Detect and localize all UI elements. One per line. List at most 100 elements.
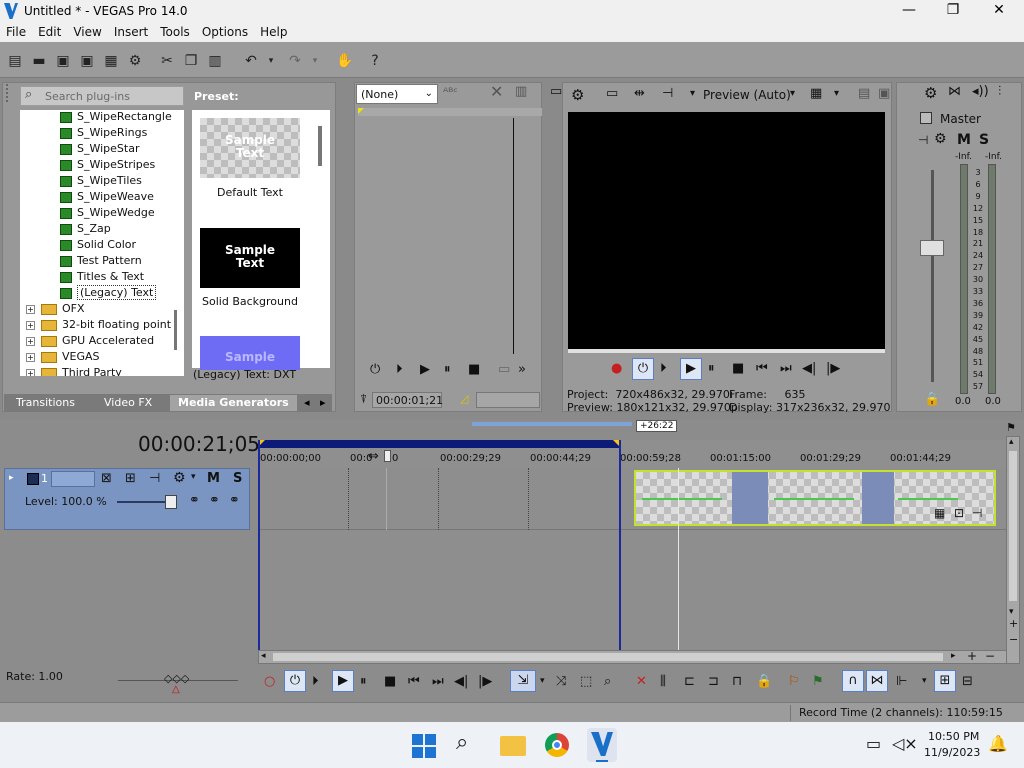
chevron-down-icon[interactable]: ▾ bbox=[540, 676, 545, 686]
record-icon[interactable]: ● bbox=[611, 361, 622, 376]
start-windows-icon[interactable] bbox=[412, 734, 436, 758]
expand-icon[interactable]: + bbox=[26, 368, 35, 376]
pause-icon[interactable]: ⏸ bbox=[444, 362, 451, 377]
normal-edit-tool-icon[interactable]: ⇲ bbox=[510, 670, 536, 692]
undo-icon[interactable]: ↶ bbox=[242, 52, 260, 70]
panel-grip[interactable] bbox=[6, 84, 16, 102]
play-from-start-icon[interactable]: ⏵ bbox=[396, 362, 403, 377]
auto-crossfade-icon[interactable]: ⋈ bbox=[866, 670, 888, 692]
cut-icon[interactable]: ✂ bbox=[158, 52, 176, 70]
zoom-out-icon[interactable]: − bbox=[985, 649, 995, 663]
split-icon[interactable]: ⊓ bbox=[732, 674, 742, 689]
menu-edit[interactable]: Edit bbox=[32, 22, 67, 39]
ignore-grouping-icon[interactable]: ⊟ bbox=[962, 674, 973, 689]
pause-icon[interactable]: ⏸ bbox=[360, 674, 367, 689]
scroll-thumb[interactable] bbox=[273, 653, 943, 661]
redo-icon[interactable]: ↷ bbox=[286, 52, 304, 70]
tree-item[interactable]: S_WipeStar bbox=[60, 142, 139, 158]
previous-frame-icon[interactable]: ◀| bbox=[802, 361, 816, 376]
parent-composite-icon[interactable]: ⚭ bbox=[209, 493, 220, 508]
ripple-edit-icon[interactable]: ⊩ bbox=[896, 674, 907, 689]
chrome-icon[interactable] bbox=[545, 733, 569, 757]
split-screen-icon[interactable]: ⇹ bbox=[634, 86, 645, 101]
expand-icon[interactable]: + bbox=[26, 304, 35, 314]
stop-icon[interactable]: ■ bbox=[384, 674, 396, 689]
track-fx-icon[interactable]: ⊣ bbox=[149, 471, 160, 486]
chevron-down-icon[interactable]: ▾ bbox=[834, 88, 839, 99]
scroll-down-icon[interactable]: ▾ bbox=[1009, 607, 1014, 617]
tree-folder[interactable]: + OFX bbox=[26, 302, 85, 318]
tree-item[interactable]: S_WipeRectangle bbox=[60, 110, 172, 126]
loop-icon[interactable]: ⏻ bbox=[370, 362, 380, 377]
tab-video-fx[interactable]: Video FX bbox=[104, 396, 152, 409]
pause-icon[interactable]: ⏸ bbox=[708, 361, 715, 376]
monitor-icon[interactable]: ▭ bbox=[550, 84, 562, 99]
network-icon[interactable]: ▭ bbox=[866, 734, 881, 753]
file-explorer-icon[interactable] bbox=[500, 736, 526, 756]
timeline-hscrollbar[interactable]: ◂ ▸ + − bbox=[258, 649, 1008, 664]
marker-bar-icon[interactable]: ⚑ bbox=[1006, 421, 1016, 434]
previous-frame-icon[interactable]: ◀| bbox=[454, 674, 468, 689]
overlays-grid-icon[interactable]: ▦ bbox=[810, 86, 822, 101]
lock-icon[interactable]: 🔒 bbox=[924, 392, 940, 407]
event-pan-crop-icon[interactable]: ▦ bbox=[934, 506, 945, 520]
expand-icon[interactable]: + bbox=[26, 352, 35, 362]
tree-folder[interactable]: + Third Party bbox=[26, 366, 122, 376]
menu-options[interactable]: Options bbox=[196, 22, 254, 39]
playhead-handle[interactable] bbox=[384, 450, 391, 462]
go-to-start-icon[interactable]: ⏮ bbox=[756, 361, 768, 376]
search-icon[interactable]: ⌕ bbox=[456, 730, 468, 755]
chevron-down-icon[interactable]: ▾ bbox=[790, 88, 795, 99]
dim-output-icon[interactable]: ◂)) bbox=[972, 84, 989, 99]
zoom-out-icon[interactable]: − bbox=[1009, 633, 1018, 646]
copy-snapshot-icon[interactable]: ▤ bbox=[858, 86, 870, 101]
downmix-icon[interactable]: ⋈ bbox=[948, 84, 961, 99]
tab-transitions[interactable]: Transitions bbox=[16, 396, 75, 409]
pan-crop-icon[interactable]: ⊞ bbox=[125, 471, 136, 486]
undo-dropdown-icon[interactable]: ▾ bbox=[262, 52, 280, 70]
spell-icon[interactable]: ᴬᴮᶜ bbox=[443, 85, 458, 99]
snapping-magnet-icon[interactable]: ∩ bbox=[842, 670, 864, 692]
track-area[interactable]: ▦ ⊡ ⊣ bbox=[258, 440, 1008, 650]
expand-icon[interactable]: + bbox=[26, 336, 35, 346]
hand-tool-icon[interactable]: ✋ bbox=[336, 52, 354, 70]
zoom-tool-icon[interactable]: ⌕ bbox=[604, 674, 611, 689]
copy-icon[interactable]: ❐ bbox=[182, 52, 200, 70]
insert-icon[interactable]: ▭ bbox=[498, 362, 510, 377]
timeline-vscrollbar[interactable]: ▴ ▾ + − bbox=[1006, 436, 1020, 664]
track-motion-icon[interactable]: ⊠ bbox=[101, 471, 112, 486]
go-to-end-icon[interactable]: ⏭ bbox=[780, 361, 792, 376]
tab-scroll-right-icon[interactable]: ▸ bbox=[320, 396, 326, 409]
compositing-mode-icon[interactable]: ⚭ bbox=[189, 493, 200, 508]
video-track-header[interactable]: ▸ 1 ⊠ ⊞ ⊣ ⚙ ▾ M S Level: 100.0 % ⚭ ⚭ ⚭ bbox=[4, 468, 250, 530]
stop-icon[interactable]: ■ bbox=[468, 362, 480, 377]
tree-item[interactable]: Solid Color bbox=[60, 238, 136, 254]
notification-bell-icon[interactable]: 🔔 bbox=[988, 734, 1008, 753]
play-from-start-icon[interactable]: ⏵ bbox=[312, 674, 319, 689]
tree-folder[interactable]: + VEGAS bbox=[26, 350, 100, 366]
event-crop-icon[interactable]: ⊡ bbox=[954, 506, 964, 520]
loop-icon[interactable]: ⏻ bbox=[284, 670, 306, 692]
scroll-up-icon[interactable]: ▴ bbox=[1009, 437, 1014, 447]
tree-folder[interactable]: +32-bit floating point bbox=[26, 318, 171, 334]
chevron-down-icon[interactable]: ▾ bbox=[191, 472, 196, 482]
loop-region-bar[interactable] bbox=[258, 440, 620, 448]
track-level-knob[interactable] bbox=[165, 495, 177, 509]
tree-item[interactable]: S_WipeWedge bbox=[60, 206, 155, 222]
external-monitor-icon[interactable]: ▭ bbox=[606, 86, 618, 101]
save-icon[interactable]: ▣ bbox=[54, 52, 72, 70]
timeline-ruler[interactable]: 00:00:00;00 00:0 0 00:00:29;29 00:00:44;… bbox=[258, 440, 1008, 468]
new-file-icon[interactable]: ▤ bbox=[6, 52, 24, 70]
preset-thumb-solid[interactable]: Sample Text bbox=[200, 228, 300, 288]
tree-item[interactable]: Titles & Text bbox=[60, 270, 144, 286]
tree-folder[interactable]: + GPU Accelerated bbox=[26, 334, 154, 350]
track-mute-button[interactable]: M bbox=[207, 471, 220, 486]
preview-fx-icon[interactable]: ⊣ bbox=[662, 86, 673, 101]
menu-help[interactable]: Help bbox=[254, 22, 293, 39]
open-folder-icon[interactable]: ▬ bbox=[30, 52, 48, 70]
sound-muted-icon[interactable]: ◁× bbox=[892, 734, 918, 753]
redo-dropdown-icon[interactable]: ▾ bbox=[306, 52, 324, 70]
collapse-icon[interactable]: ▸ bbox=[9, 473, 14, 483]
lock-envelopes-icon[interactable]: ⊞ bbox=[934, 670, 956, 692]
render-icon[interactable]: ▦ bbox=[102, 52, 120, 70]
